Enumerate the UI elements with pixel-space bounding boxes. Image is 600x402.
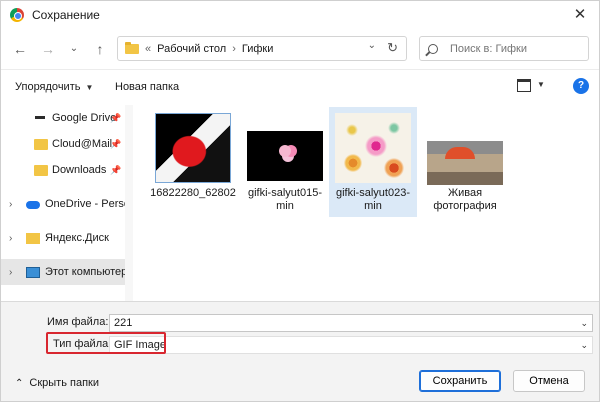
save-dialog: Сохранение ✕ ← → ⌄ ↑ « Рабочий стол › Ги… bbox=[0, 0, 600, 402]
chevron-right-icon[interactable]: › bbox=[9, 199, 12, 210]
filetype-highlight bbox=[46, 332, 166, 354]
gif-thumbnail bbox=[427, 141, 503, 185]
organize-button[interactable]: Упорядочить ▼ bbox=[15, 81, 93, 93]
pin-icon: 📌 bbox=[110, 164, 122, 175]
search-box[interactable] bbox=[419, 36, 589, 61]
title-bar: Сохранение ✕ bbox=[1, 1, 599, 29]
chevron-right-icon[interactable]: › bbox=[9, 233, 12, 244]
pin-icon: 📌 bbox=[110, 138, 122, 149]
new-folder-button[interactable]: Новая папка bbox=[115, 81, 179, 93]
refresh-icon[interactable]: ↻ bbox=[387, 40, 398, 56]
computer-icon bbox=[26, 267, 40, 278]
help-icon[interactable]: ? bbox=[573, 78, 589, 94]
sidebar-item-cloud-mail[interactable]: Cloud@Mail 📌 bbox=[1, 131, 125, 157]
gif-thumbnail bbox=[155, 113, 231, 183]
folder-icon bbox=[34, 165, 48, 176]
caret-down-icon[interactable]: ▼ bbox=[537, 80, 545, 89]
chevron-down-icon[interactable]: ⌄ bbox=[580, 315, 588, 331]
file-name: gifki-salyut015-min bbox=[248, 187, 322, 212]
breadcrumb-gifki[interactable]: Гифки bbox=[242, 43, 274, 55]
yandex-disk-icon bbox=[26, 233, 40, 244]
breadcrumb-overflow[interactable]: « bbox=[145, 43, 151, 55]
filename-input[interactable]: 221 ⌄ bbox=[109, 314, 593, 332]
cancel-button[interactable]: Отмена bbox=[513, 370, 585, 392]
sidebar-item-google-drive[interactable]: Google Drive 📌 bbox=[1, 105, 125, 131]
navigation-pane: Google Drive 📌 Cloud@Mail 📌 Downloads 📌 … bbox=[1, 105, 125, 301]
chrome-icon bbox=[10, 8, 24, 22]
file-name: gifki-salyut023-min bbox=[336, 187, 410, 212]
sidebar-item-downloads[interactable]: Downloads 📌 bbox=[1, 157, 125, 183]
sidebar-item-label: Downloads bbox=[52, 164, 107, 176]
search-icon bbox=[428, 43, 438, 54]
chevron-up-icon: ⌃ bbox=[15, 377, 24, 389]
chevron-down-icon[interactable]: ⌄ bbox=[580, 337, 588, 353]
window-title: Сохранение bbox=[32, 8, 100, 22]
gif-thumbnail bbox=[335, 113, 411, 183]
close-icon[interactable]: ✕ bbox=[571, 6, 589, 24]
file-item[interactable]: 16822280_62802 bbox=[149, 107, 237, 217]
forward-icon[interactable]: → bbox=[39, 40, 57, 58]
filename-value: 221 bbox=[114, 317, 133, 329]
dialog-footer: ⌃ Скрыть папки Сохранить Отмена bbox=[1, 357, 599, 401]
chevron-down-icon[interactable]: ⌄ bbox=[368, 40, 376, 51]
sidebar-item-yandex-disk[interactable]: › Яндекс.Диск bbox=[1, 225, 125, 251]
hide-folders-button[interactable]: ⌃ Скрыть папки bbox=[15, 377, 99, 389]
sidebar-item-label: Яндекс.Диск bbox=[45, 232, 109, 244]
navigation-bar: ← → ⌄ ↑ « Рабочий стол › Гифки ⌄ ↻ bbox=[1, 29, 599, 69]
search-input[interactable] bbox=[450, 42, 570, 55]
sidebar-item-label: Google Drive bbox=[52, 112, 117, 124]
file-item-selected[interactable]: gifki-salyut023-min bbox=[329, 107, 417, 217]
sidebar-item-label: Этот компьютер bbox=[45, 266, 125, 278]
sidebar-item-label: OneDrive - Personal bbox=[45, 198, 125, 210]
file-name: 16822280_62802 bbox=[150, 187, 236, 199]
caret-down-icon: ▼ bbox=[85, 83, 94, 92]
file-item[interactable]: Живая фотография bbox=[421, 107, 509, 217]
breadcrumb-desktop[interactable]: Рабочий стол bbox=[157, 43, 226, 55]
file-list: 16822280_62802 gifki-salyut015-min gifki… bbox=[133, 105, 599, 301]
onedrive-icon bbox=[26, 201, 40, 209]
view-mode-icon[interactable] bbox=[517, 79, 531, 92]
folder-icon bbox=[34, 139, 48, 150]
drive-icon bbox=[35, 116, 45, 119]
sidebar-item-onedrive[interactable]: › OneDrive - Personal bbox=[1, 191, 125, 217]
folder-icon bbox=[125, 41, 139, 54]
file-item[interactable]: gifki-salyut015-min bbox=[241, 107, 329, 217]
sidebar-item-label: Cloud@Mail bbox=[52, 138, 113, 150]
gif-thumbnail bbox=[247, 131, 323, 181]
sidebar-scrollbar[interactable] bbox=[125, 105, 133, 301]
recent-locations-icon[interactable]: ⌄ bbox=[65, 40, 83, 58]
back-icon[interactable]: ← bbox=[11, 40, 29, 58]
hide-folders-label: Скрыть папки bbox=[29, 377, 99, 389]
save-button[interactable]: Сохранить bbox=[419, 370, 501, 392]
filename-label: Имя файла: bbox=[47, 316, 109, 328]
organize-label: Упорядочить bbox=[15, 81, 81, 93]
address-bar[interactable]: « Рабочий стол › Гифки ⌄ ↻ bbox=[117, 36, 407, 61]
sidebar-item-this-pc[interactable]: › Этот компьютер bbox=[1, 259, 125, 285]
filetype-select[interactable]: GIF Image ⌄ bbox=[109, 336, 593, 354]
chevron-right-icon[interactable]: › bbox=[9, 267, 12, 278]
up-icon[interactable]: ↑ bbox=[91, 40, 109, 58]
pin-icon: 📌 bbox=[110, 112, 122, 123]
file-name: Живая фотография bbox=[433, 187, 497, 212]
breadcrumb-separator: › bbox=[232, 42, 236, 55]
command-bar: Упорядочить ▼ Новая папка ▼ ? bbox=[1, 69, 599, 105]
